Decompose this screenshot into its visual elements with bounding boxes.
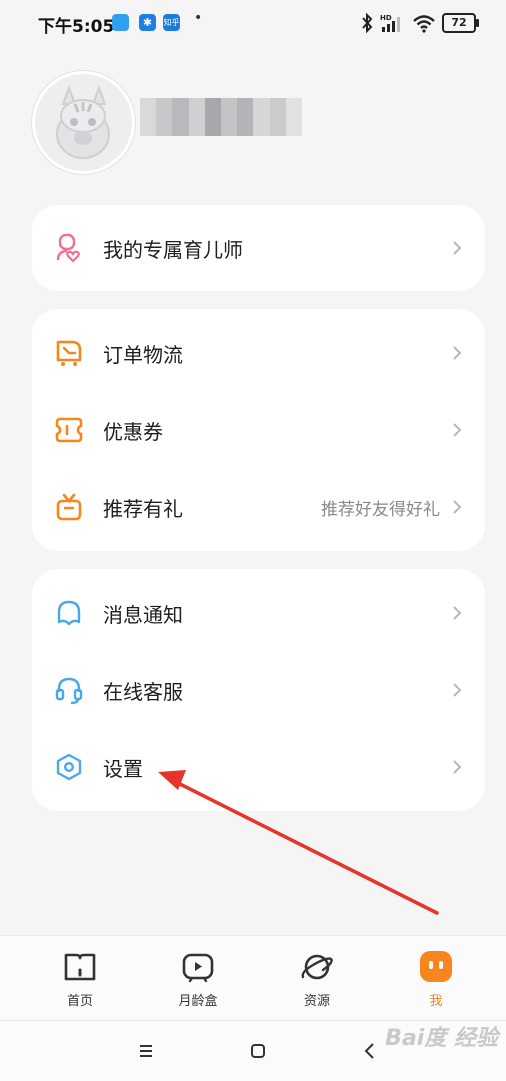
zebra-avatar-icon <box>56 85 110 159</box>
menu-item-referral[interactable]: 推荐有礼 推荐好友得好礼 <box>32 468 485 546</box>
tab-label-me: 我 <box>429 994 443 1009</box>
truck-icon <box>56 340 82 366</box>
chevron-right-icon <box>453 346 462 360</box>
tab-home[interactable]: 首页 <box>40 950 120 1009</box>
hexagon-settings-icon <box>56 753 82 781</box>
status-time: 下午5:05 <box>38 17 115 37</box>
notification-dot-icon: • <box>194 10 203 26</box>
menu-label-notifications: 消息通知 <box>103 602 183 627</box>
menu-label-referral: 推荐有礼 <box>103 496 183 521</box>
status-right: HD 72 <box>360 12 479 34</box>
gift-icon <box>56 493 82 521</box>
tab-age-box[interactable]: 月龄盒 <box>158 950 238 1009</box>
headset-icon <box>55 677 83 705</box>
menu-label-settings: 设置 <box>103 756 143 781</box>
me-face-icon <box>420 951 452 982</box>
bluetooth-app-icon: ✱ <box>139 14 156 31</box>
planet-icon <box>301 954 333 980</box>
card-orders: 订单物流 优惠券 推荐有礼 推荐好友得好礼 <box>32 309 485 551</box>
card-services: 消息通知 在线客服 设置 <box>32 569 485 811</box>
wifi-icon <box>413 15 435 33</box>
menu-item-orders[interactable]: 订单物流 <box>32 314 485 392</box>
card-advisor: 我的专属育儿师 <box>32 205 485 291</box>
avatar[interactable] <box>32 71 135 174</box>
zhihu-icon: 知乎 <box>163 14 180 31</box>
back-nav-icon[interactable] <box>358 1039 382 1063</box>
play-tv-icon <box>182 953 214 983</box>
menu-item-coupons[interactable]: 优惠券 <box>32 391 485 469</box>
menu-item-settings[interactable]: 设置 <box>32 728 485 806</box>
coupon-icon <box>55 417 83 443</box>
qq-browser-icon <box>112 14 129 31</box>
home-book-icon <box>64 953 96 981</box>
menu-item-advisor[interactable]: 我的专属育儿师 <box>32 209 485 287</box>
menu-label-support: 在线客服 <box>103 679 183 704</box>
chevron-right-icon <box>453 423 462 437</box>
tab-resources[interactable]: 资源 <box>277 950 357 1009</box>
chevron-right-icon <box>453 500 462 514</box>
referral-hint: 推荐好友得好礼 <box>321 499 440 520</box>
menu-nav-icon[interactable] <box>134 1039 158 1063</box>
svg-text:HD: HD <box>380 14 392 22</box>
menu-item-support[interactable]: 在线客服 <box>32 651 485 729</box>
chevron-right-icon <box>453 241 462 255</box>
menu-label-advisor: 我的专属育儿师 <box>103 237 243 262</box>
baidu-watermark: Bai度 经验 <box>385 1026 498 1051</box>
tab-label-resources: 资源 <box>303 994 330 1009</box>
tab-me[interactable]: 我 <box>396 950 476 1009</box>
signal-icon: HD <box>380 14 400 32</box>
menu-item-notifications[interactable]: 消息通知 <box>32 574 485 652</box>
menu-label-orders: 订单物流 <box>103 342 183 367</box>
status-bar: 下午5:05 ✱ 知乎 • HD 72 <box>0 0 506 46</box>
menu-label-coupons: 优惠券 <box>103 419 163 444</box>
chevron-right-icon <box>453 760 462 774</box>
chevron-right-icon <box>453 606 462 620</box>
bluetooth-icon <box>362 13 373 33</box>
advisor-heart-icon <box>56 233 80 263</box>
chevron-right-icon <box>453 683 462 697</box>
tab-label-age-box: 月龄盒 <box>178 994 218 1009</box>
bell-icon <box>57 600 81 626</box>
username-blurred <box>140 98 303 136</box>
battery-icon: 72 <box>442 13 479 33</box>
tab-label-home: 首页 <box>66 994 93 1009</box>
home-nav-icon[interactable] <box>246 1039 270 1063</box>
bottom-tab-bar: 首页 月龄盒 资源 我 <box>0 935 506 1021</box>
